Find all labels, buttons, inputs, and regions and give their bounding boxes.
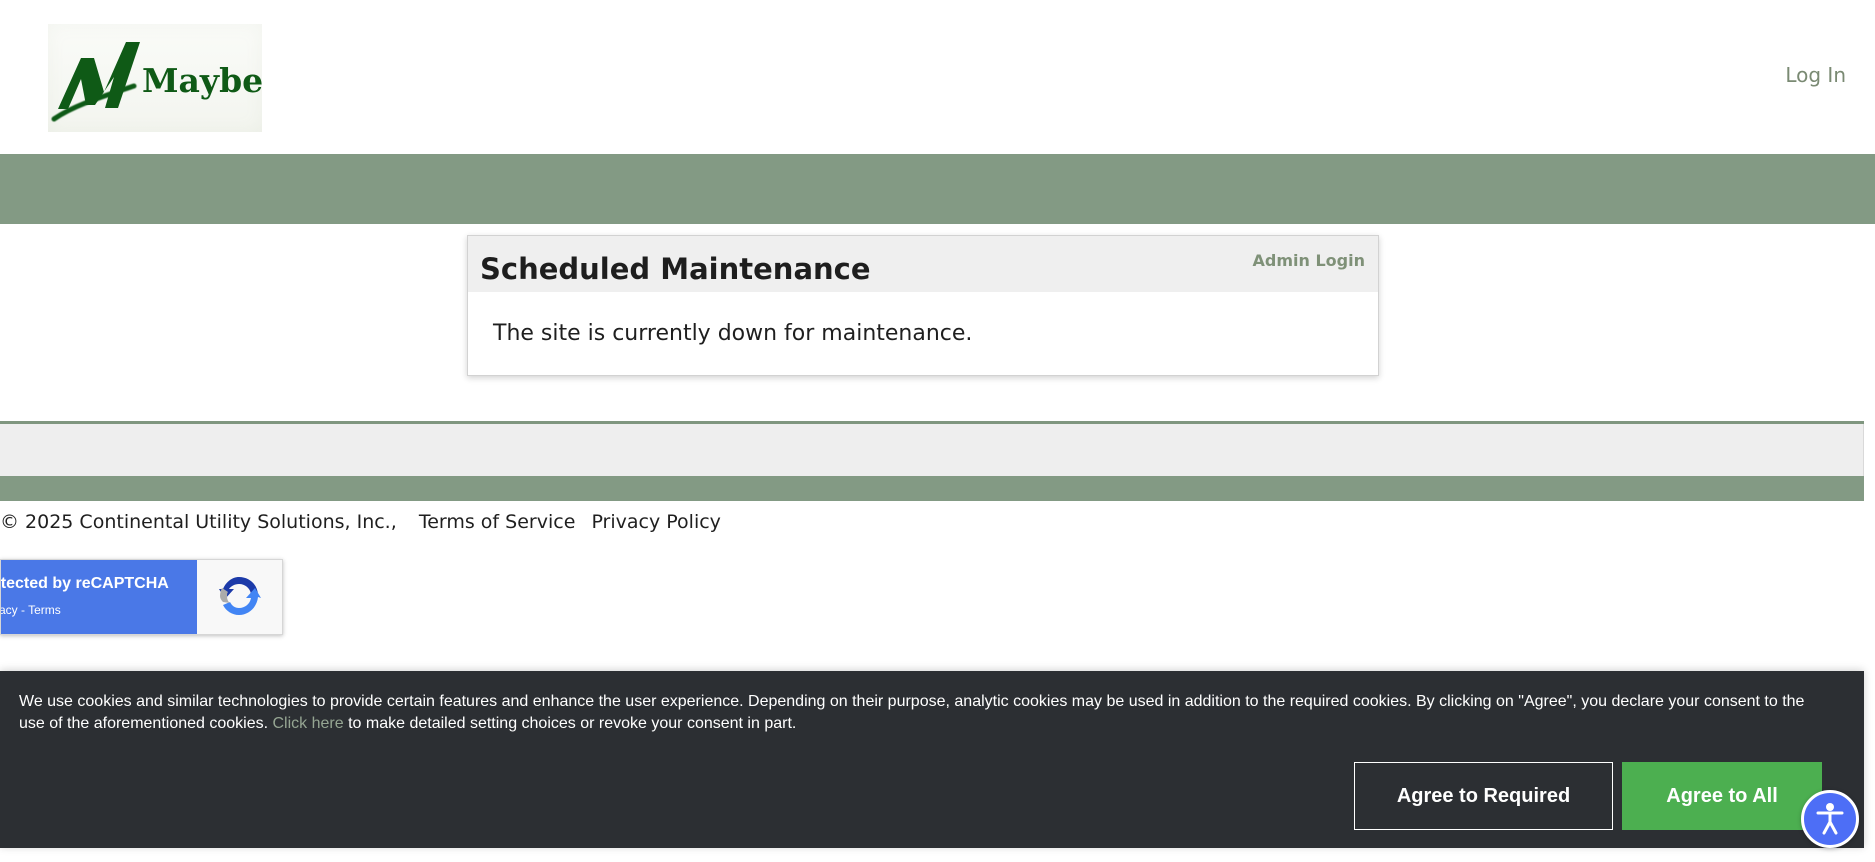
page-title: Scheduled Maintenance	[480, 252, 871, 286]
recaptcha-icon-panel	[197, 560, 282, 634]
cookie-message: We use cookies and similar technologies …	[19, 691, 1819, 735]
svg-text:Mayberry: Mayberry	[142, 61, 262, 100]
agree-all-button[interactable]: Agree to All	[1622, 762, 1822, 830]
recaptcha-info-panel: otected by reCAPTCHA vacy - Terms	[1, 560, 197, 634]
admin-login-link[interactable]: Admin Login	[1253, 251, 1365, 270]
agree-required-button[interactable]: Agree to Required	[1354, 762, 1613, 830]
footer-gray-band	[0, 424, 1864, 476]
top-green-band	[0, 154, 1875, 224]
maintenance-message: The site is currently down for maintenan…	[493, 321, 973, 346]
footer-row: © 2025 Continental Utility Solutions, In…	[0, 510, 731, 534]
cookie-consent-banner: We use cookies and similar technologies …	[0, 671, 1864, 848]
log-in-link[interactable]: Log In	[1785, 63, 1846, 87]
recaptcha-sub-text: vacy - Terms	[1, 603, 61, 617]
site-header: Mayberry Log In	[0, 0, 1875, 154]
footer-green-band	[0, 476, 1864, 501]
mayberry-logo-icon: Mayberry	[51, 42, 262, 122]
accessibility-button[interactable]	[1801, 790, 1859, 848]
mayberry-logo: Mayberry	[48, 24, 262, 132]
recaptcha-badge[interactable]: otected by reCAPTCHA vacy - Terms	[0, 559, 283, 635]
cookie-settings-link[interactable]: Click here	[273, 715, 344, 732]
copyright-text: © 2025 Continental Utility Solutions, In…	[0, 511, 397, 533]
accessibility-icon	[1816, 803, 1844, 835]
maintenance-card-header: Scheduled Maintenance Admin Login	[468, 236, 1378, 292]
maintenance-card: Scheduled Maintenance Admin Login The si…	[467, 235, 1379, 376]
recaptcha-icon	[219, 577, 261, 615]
privacy-policy-link[interactable]: Privacy Policy	[591, 511, 720, 533]
terms-of-service-link[interactable]: Terms of Service	[419, 511, 576, 533]
cookie-message-after-link: to make detailed setting choices or revo…	[348, 715, 797, 732]
recaptcha-main-text: otected by reCAPTCHA	[0, 575, 169, 592]
